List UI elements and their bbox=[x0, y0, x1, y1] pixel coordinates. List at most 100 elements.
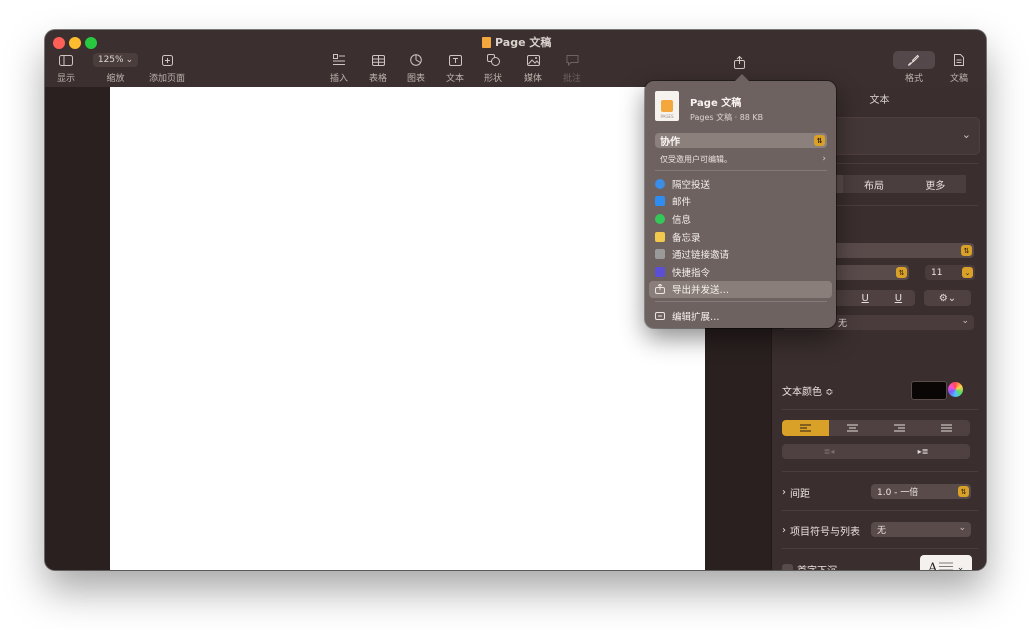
chart-button[interactable]: 图表 bbox=[407, 52, 425, 84]
spacing-disclosure[interactable]: › 间距 bbox=[782, 485, 810, 500]
document-icon bbox=[954, 52, 964, 68]
tab-layout[interactable]: 布局 bbox=[843, 175, 905, 193]
document-page[interactable] bbox=[110, 87, 705, 570]
zoom-control[interactable]: 125% ⌄ 缩放 bbox=[93, 52, 138, 84]
menu-item-shortcuts[interactable]: 快捷指令 bbox=[649, 263, 832, 281]
character-style-value: 无 bbox=[838, 319, 848, 329]
share-menu: 隔空投送 邮件 信息 备忘录 通过链接邀请 快捷指令 导出并发送… bbox=[649, 175, 832, 299]
dropcap-preview-icon: A bbox=[928, 561, 953, 571]
mail-icon bbox=[655, 196, 665, 207]
menu-item-messages[interactable]: 信息 bbox=[649, 210, 832, 228]
menu-item-label: 邮件 bbox=[672, 197, 692, 209]
shape-icon bbox=[486, 52, 500, 68]
chevron-down-icon: ⌄ bbox=[961, 316, 969, 326]
insert-icon bbox=[332, 52, 346, 68]
increase-indent-button[interactable]: ▸≣ bbox=[876, 444, 970, 459]
minimize-window-button[interactable] bbox=[69, 37, 81, 49]
file-details: Pages 文稿 · 88 KB bbox=[690, 113, 764, 122]
dropcap-style-select[interactable]: A ⌄ bbox=[920, 555, 972, 570]
text-box-icon bbox=[448, 52, 462, 68]
bullets-disclosure[interactable]: › 项目符号与列表 bbox=[782, 523, 860, 538]
menu-item-label: 隔空投送 bbox=[672, 179, 711, 191]
dropcap-checkbox[interactable] bbox=[782, 564, 793, 570]
alignment-buttons bbox=[782, 420, 970, 436]
dropcap-label: 首字下沉 bbox=[797, 562, 837, 570]
align-center-button[interactable] bbox=[829, 420, 876, 436]
menu-item-airdrop[interactable]: 隔空投送 bbox=[649, 175, 832, 193]
align-left-button[interactable] bbox=[782, 420, 829, 436]
color-wheel-icon[interactable] bbox=[948, 382, 963, 397]
menu-item-notes[interactable]: 备忘录 bbox=[649, 228, 832, 246]
sidebar-icon bbox=[59, 52, 73, 68]
spacing-select[interactable]: 1.0 - 一倍 ⇅ bbox=[871, 484, 971, 499]
menu-item-export-send[interactable]: 导出并发送… bbox=[649, 280, 832, 299]
underline-button[interactable]: U bbox=[849, 290, 882, 306]
media-button[interactable]: 媒体 bbox=[524, 52, 542, 84]
stepper-arrows-icon: ⇅ bbox=[958, 486, 969, 497]
menu-item-mail[interactable]: 邮件 bbox=[649, 193, 832, 211]
sidebar-view-button[interactable]: 显示 bbox=[57, 52, 75, 84]
text-options-button[interactable]: ⚙⌄ bbox=[924, 290, 971, 306]
stepper-arrows-icon: ⇅ bbox=[814, 135, 825, 146]
close-window-button[interactable] bbox=[53, 37, 65, 49]
chevron-down-icon: ⌄ bbox=[958, 523, 966, 533]
document-label: 文稿 bbox=[950, 74, 969, 84]
add-page-button[interactable]: 添加页面 bbox=[149, 52, 185, 84]
notes-icon bbox=[655, 231, 665, 242]
bullets-label: 项目符号与列表 bbox=[790, 527, 860, 538]
strikethrough-button[interactable]: U bbox=[882, 290, 915, 306]
document-button[interactable]: 文稿 bbox=[950, 52, 968, 84]
paintbrush-icon bbox=[893, 51, 935, 69]
collaborate-select[interactable]: 协作 ⇅ bbox=[655, 133, 827, 148]
share-icon bbox=[734, 54, 745, 70]
zoom-label: 缩放 bbox=[106, 74, 125, 84]
permission-row[interactable]: 仅受邀用户可编辑。 › bbox=[660, 154, 826, 165]
format-button[interactable]: 格式 bbox=[893, 51, 935, 84]
permission-text: 仅受邀用户可编辑。 bbox=[660, 155, 732, 164]
comment-button[interactable]: 批注 bbox=[563, 52, 581, 84]
link-icon bbox=[655, 249, 665, 260]
divider bbox=[655, 301, 827, 302]
chart-icon bbox=[410, 52, 422, 68]
align-right-button[interactable] bbox=[876, 420, 923, 436]
window-title-text: Page 文稿 bbox=[495, 36, 552, 49]
divider bbox=[782, 409, 978, 410]
pages-doc-icon bbox=[482, 36, 491, 48]
font-size-field[interactable]: 11 ⌄ bbox=[925, 265, 975, 280]
bullets-select[interactable]: 无 ⌄ bbox=[871, 522, 971, 537]
shape-label: 形状 bbox=[484, 74, 503, 84]
shape-button[interactable]: 形状 bbox=[484, 52, 502, 84]
menu-item-label: 信息 bbox=[672, 214, 692, 226]
pages-file-icon: PAGES bbox=[655, 91, 679, 121]
export-icon bbox=[655, 283, 665, 295]
chevron-down-icon: ⌄ bbox=[961, 128, 971, 141]
popover-arrow bbox=[735, 74, 749, 81]
window-title: Page 文稿 bbox=[482, 34, 551, 50]
maximize-window-button[interactable] bbox=[85, 37, 97, 49]
chevron-right-icon: › bbox=[822, 154, 826, 164]
divider bbox=[655, 170, 827, 171]
decrease-indent-button[interactable]: ≣◂ bbox=[782, 444, 876, 459]
menu-item-invite-link[interactable]: 通过链接邀请 bbox=[649, 245, 832, 263]
spacing-label: 间距 bbox=[790, 489, 810, 500]
divider bbox=[782, 548, 978, 549]
insert-button[interactable]: 插入 bbox=[330, 52, 348, 84]
table-icon bbox=[371, 52, 385, 68]
collaborate-label: 协作 bbox=[660, 137, 680, 148]
text-color-label[interactable]: 文本颜色 ≎ bbox=[782, 383, 834, 398]
zoom-select[interactable]: 125% ⌄ bbox=[93, 53, 138, 67]
bullets-value: 无 bbox=[877, 526, 887, 536]
pages-window: Page 文稿 显示 125% ⌄ 缩放 添加页面 插入 表格 图表 文本 形状… bbox=[45, 30, 986, 570]
stepper-arrows-icon: ⇅ bbox=[961, 245, 972, 256]
menu-item-edit-extensions[interactable]: 编辑扩展… bbox=[649, 307, 832, 325]
justify-button[interactable] bbox=[923, 420, 970, 436]
insert-label: 插入 bbox=[330, 74, 349, 84]
share-button[interactable] bbox=[734, 54, 745, 70]
table-button[interactable]: 表格 bbox=[369, 52, 387, 84]
svg-text:A: A bbox=[928, 561, 938, 571]
extensions-icon bbox=[655, 311, 665, 321]
divider bbox=[782, 510, 978, 511]
text-color-swatch[interactable] bbox=[911, 381, 947, 400]
text-box-button[interactable]: 文本 bbox=[446, 52, 464, 84]
tab-more[interactable]: 更多 bbox=[904, 175, 966, 193]
